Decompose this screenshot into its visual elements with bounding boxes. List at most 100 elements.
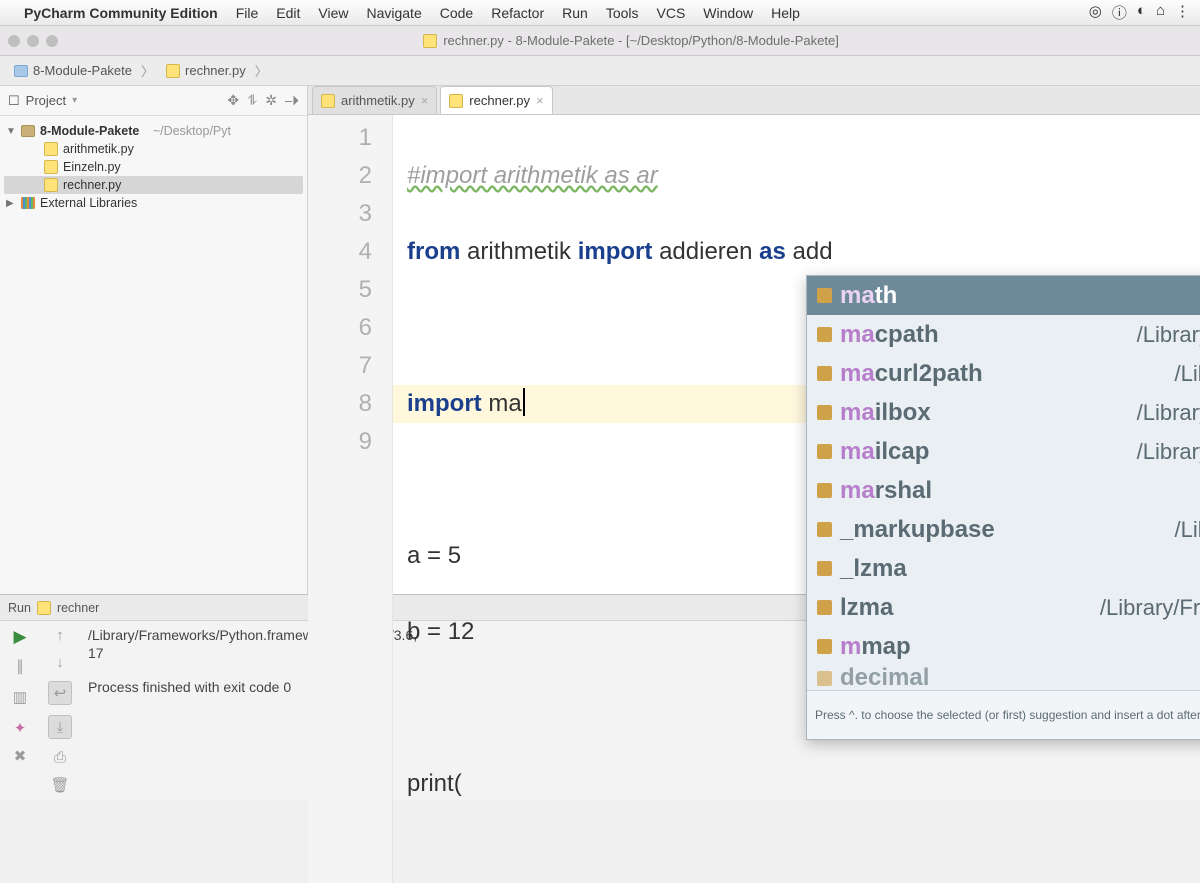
menu-file[interactable]: File: [236, 5, 259, 21]
traffic-min-icon[interactable]: [27, 35, 39, 47]
python-file-icon: [449, 94, 463, 108]
tray-battery-icon[interactable]: ⌂: [1156, 2, 1165, 23]
breadcrumb: 8-Module-Pakete〉 rechner.py〉: [0, 56, 1200, 86]
project-tab-icon: ☐: [8, 93, 20, 109]
menu-window[interactable]: Window: [703, 5, 753, 21]
close-icon[interactable]: ×: [421, 93, 429, 108]
tray-moon-icon[interactable]: ◐: [1137, 2, 1146, 23]
tree-external-libs[interactable]: ▶External Libraries: [4, 194, 303, 212]
python-file-icon: [321, 94, 335, 108]
menu-edit[interactable]: Edit: [276, 5, 300, 21]
code-editor[interactable]: 1 2 3 4 5 6 7 8 9 #import arithmetik as …: [308, 115, 1200, 883]
python-file-icon: [44, 142, 58, 156]
module-icon: [817, 600, 832, 615]
close-icon[interactable]: ✖: [14, 747, 27, 765]
tab-label: arithmetik.py: [341, 93, 415, 108]
completion-item-selected[interactable]: math<built-in>: [807, 276, 1200, 315]
completion-item[interactable]: macpath/Library/Frameworks/Pyt…: [807, 315, 1200, 354]
code-completion-popup: math<built-in> macpath/Library/Framework…: [806, 275, 1200, 740]
run-config-name[interactable]: rechner: [57, 601, 99, 615]
module-icon: [817, 483, 832, 498]
tree-file-selected[interactable]: rechner.py: [4, 176, 303, 194]
breadcrumb-file-label: rechner.py: [185, 63, 246, 78]
completion-hint: Press ^. to choose the selected (or firs…: [807, 690, 1200, 739]
line-number: 3: [308, 195, 372, 233]
module-icon: [817, 405, 832, 420]
project-tree: ▼8-Module-Pakete ~/Desktop/Pyt arithmeti…: [0, 116, 307, 218]
code-content[interactable]: #import arithmetik as ar from arithmetik…: [393, 115, 847, 883]
project-label[interactable]: Project: [26, 93, 66, 108]
pin-icon[interactable]: ✦: [14, 719, 27, 737]
project-header: ☐ Project ▾ ✥ ⥮ ✲ ⎯⏵: [0, 86, 307, 116]
breadcrumb-root[interactable]: 8-Module-Pakete〉: [8, 59, 160, 82]
app-name[interactable]: PyCharm Community Edition: [24, 5, 218, 21]
trash-icon[interactable]: 🗑: [50, 776, 69, 794]
completion-item[interactable]: mailbox/Library/Frameworks/Pyt…: [807, 393, 1200, 432]
completion-item[interactable]: marshal<built-in>: [807, 471, 1200, 510]
menu-code[interactable]: Code: [440, 5, 473, 21]
menu-vcs[interactable]: VCS: [657, 5, 686, 21]
menu-help[interactable]: Help: [771, 5, 800, 21]
completion-item[interactable]: mailcap/Library/Frameworks/Pyt…: [807, 432, 1200, 471]
folder-icon: [14, 65, 28, 77]
completion-location: /Library/Frameworks/Pyt…: [1137, 433, 1200, 471]
tray-cc-icon[interactable]: ◎: [1089, 2, 1102, 23]
tray-more-icon[interactable]: ⋮: [1175, 2, 1190, 23]
stop-icon[interactable]: ∥: [16, 657, 24, 675]
run-tab-label[interactable]: Run: [8, 601, 31, 615]
up-icon[interactable]: ↑: [56, 627, 64, 644]
line-number: 7: [308, 347, 372, 385]
completion-item[interactable]: mmap<built-in>: [807, 627, 1200, 666]
line-number: 2: [308, 157, 372, 195]
completion-item[interactable]: lzma/Library/Frameworks/Python…: [807, 588, 1200, 627]
breadcrumb-file[interactable]: rechner.py〉: [160, 59, 274, 82]
text-caret: [523, 388, 525, 416]
tree-file[interactable]: Einzeln.py: [4, 158, 303, 176]
gear-icon[interactable]: ✲: [265, 92, 277, 109]
menu-navigate[interactable]: Navigate: [366, 5, 421, 21]
down-icon[interactable]: ↓: [56, 654, 64, 671]
hide-icon[interactable]: ⎯⏵: [285, 92, 299, 109]
module-icon: [817, 327, 832, 342]
tree-root[interactable]: ▼8-Module-Pakete ~/Desktop/Pyt: [4, 122, 303, 140]
tree-file-label: Einzeln.py: [63, 160, 121, 174]
softwrap-icon[interactable]: ↩: [48, 681, 72, 705]
editor-tab-active[interactable]: rechner.py×: [440, 86, 552, 114]
completion-location: /Library/Frameworks/Pyt…: [1137, 316, 1200, 354]
menu-run[interactable]: Run: [562, 5, 588, 21]
tray-info-icon[interactable]: ⓘ: [1112, 2, 1127, 23]
tree-file-label: rechner.py: [63, 178, 121, 192]
traffic-zoom-icon[interactable]: [46, 35, 58, 47]
macos-menubar: PyCharm Community Edition File Edit View…: [0, 0, 1200, 26]
print-icon[interactable]: ⎙: [54, 749, 66, 766]
traffic-close-icon[interactable]: [8, 35, 20, 47]
python-file-icon: [37, 601, 51, 615]
layout-icon[interactable]: ▥: [8, 685, 32, 709]
chevron-down-icon[interactable]: ▾: [72, 95, 77, 106]
menu-refactor[interactable]: Refactor: [491, 5, 544, 21]
run-output-line: Process finished with exit code 0: [88, 679, 291, 695]
python-file-icon: [44, 178, 58, 192]
target-icon[interactable]: ✥: [227, 92, 239, 109]
scroll-icon[interactable]: ⤓: [48, 715, 72, 739]
breadcrumb-root-label: 8-Module-Pakete: [33, 63, 132, 78]
line-number: 8: [308, 385, 372, 423]
run-toolbar-left: ▶ ∥ ▥ ✦ ✖: [0, 621, 40, 800]
module-icon: [817, 561, 832, 576]
completion-item[interactable]: macurl2path/Library/Frameworks…: [807, 354, 1200, 393]
completion-item[interactable]: _markupbase/Library/Frameworks…: [807, 510, 1200, 549]
collapse-icon[interactable]: ⥮: [247, 92, 257, 109]
tree-file[interactable]: arithmetik.py: [4, 140, 303, 158]
menu-tools[interactable]: Tools: [606, 5, 639, 21]
module-icon: [817, 288, 832, 303]
menu-view[interactable]: View: [318, 5, 348, 21]
close-icon[interactable]: ×: [536, 93, 544, 108]
line-number: 1: [308, 119, 372, 157]
completion-item[interactable]: _lzma<built-in>: [807, 549, 1200, 588]
python-file-icon: [44, 160, 58, 174]
completion-item[interactable]: decimal<built-in>: [807, 666, 1200, 690]
editor-tab[interactable]: arithmetik.py ×: [312, 86, 437, 114]
python-file-icon: [166, 64, 180, 78]
window-title: rechner.py - 8-Module-Pakete - [~/Deskto…: [443, 33, 839, 48]
rerun-icon[interactable]: ▶: [13, 627, 26, 647]
